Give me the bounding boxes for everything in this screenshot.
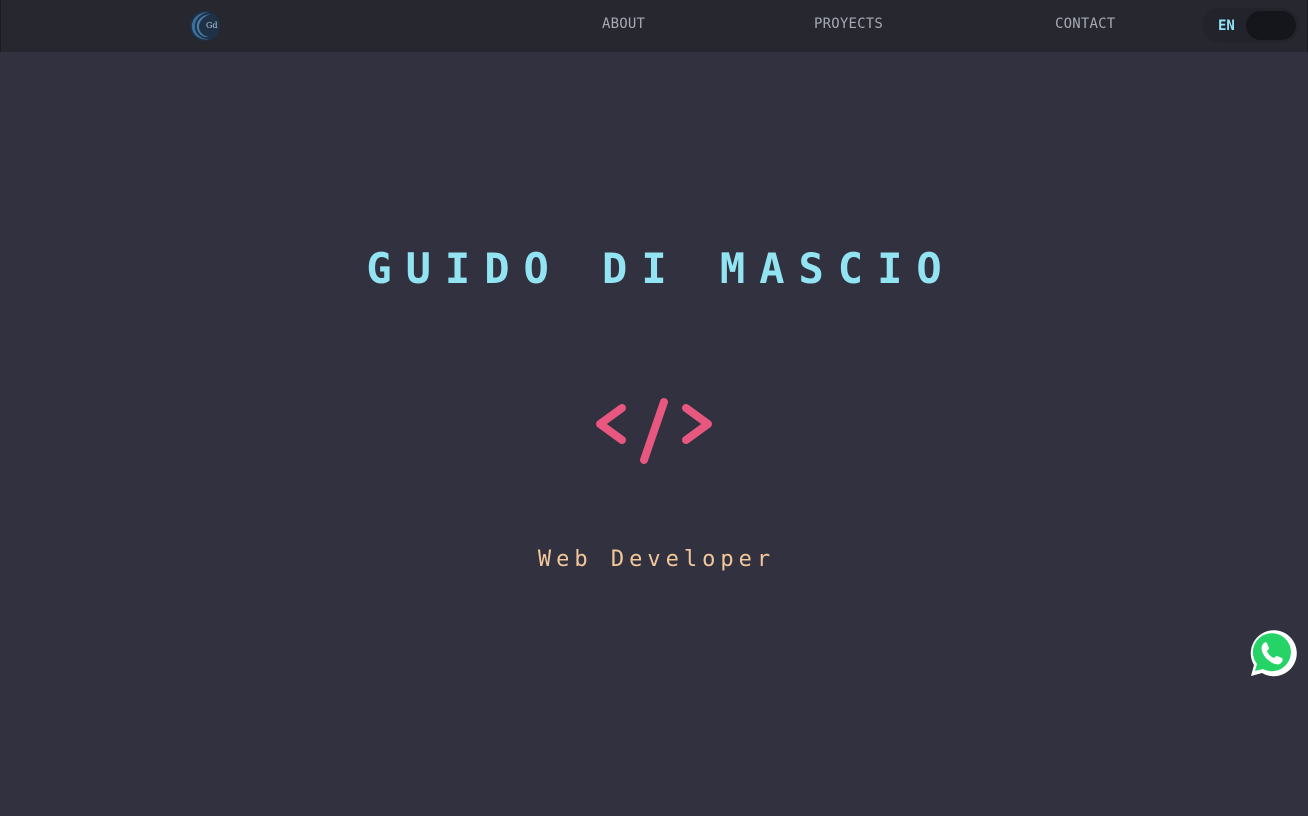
hero-title: GUIDO DI MASCIO: [366, 244, 956, 293]
language-label: EN: [1218, 18, 1235, 34]
svg-text:Gd: Gd: [206, 21, 218, 30]
nav-link-about[interactable]: ABOUT: [602, 16, 645, 32]
hero-subtitle: Web Developer: [537, 547, 776, 572]
gd-logo-icon[interactable]: Gd: [187, 8, 223, 44]
language-toggle[interactable]: EN: [1202, 8, 1299, 43]
code-brackets-icon: [594, 398, 716, 464]
toggle-knob[interactable]: [1246, 11, 1296, 40]
nav-link-contact[interactable]: CONTACT: [1055, 16, 1115, 32]
navbar: Gd ABOUT PROYECTS CONTACT EN: [0, 0, 1308, 52]
nav-link-proyects[interactable]: PROYECTS: [814, 16, 883, 32]
whatsapp-icon[interactable]: [1243, 626, 1299, 682]
